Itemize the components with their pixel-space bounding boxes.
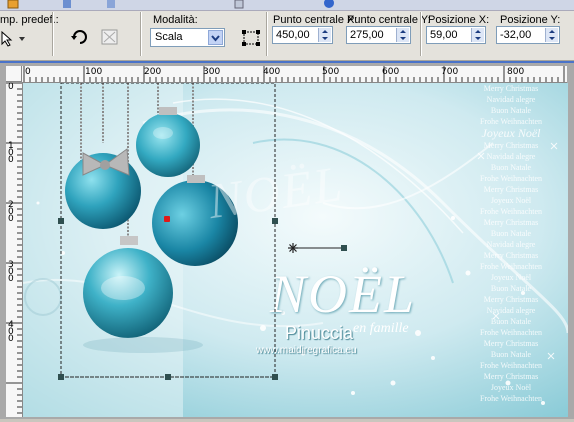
- help-icon[interactable]: [322, 0, 336, 9]
- transform-handle[interactable]: [58, 374, 64, 380]
- ruler-label: 800: [507, 67, 525, 77]
- apply-icon[interactable]: [100, 28, 120, 46]
- pos-x-label: Posizione X:: [428, 14, 490, 26]
- tool-options-toolbar: mp. predef.: Modalità: Scala Punto centr…: [0, 0, 574, 61]
- mode-select-value: Scala: [155, 31, 183, 43]
- ruler-corner: [6, 66, 22, 82]
- spinner-arrows-icon[interactable]: [545, 28, 558, 42]
- pos-x-value: 59,00: [430, 29, 458, 41]
- ruler-label: 2 0 0: [8, 200, 14, 224]
- ruler-label: 400: [263, 67, 281, 77]
- transform-handle[interactable]: [165, 374, 171, 380]
- separator: [140, 12, 141, 56]
- preset-cursor-icon[interactable]: [0, 30, 30, 48]
- tool-icon[interactable]: [232, 0, 246, 9]
- menu-icon-strip: [0, 0, 574, 11]
- ruler-label: 100: [85, 67, 103, 77]
- pos-y-value: -32,00: [500, 29, 532, 41]
- center-y-label: Punto centrale Y:: [347, 14, 431, 26]
- spinner-arrows-icon[interactable]: [318, 28, 331, 42]
- preset-label: mp. predef.:: [0, 14, 59, 26]
- ruler-label: 4 0 0: [8, 320, 14, 344]
- center-point-icon[interactable]: [164, 216, 170, 222]
- document-window: 0 100 200 300 400 500 600 700 800 0 1 0 …: [0, 61, 574, 422]
- pos-x-field[interactable]: 59,00: [426, 26, 486, 44]
- chevron-down-icon[interactable]: [208, 30, 223, 45]
- transform-handle[interactable]: [272, 374, 278, 380]
- spinner-arrows-icon[interactable]: [396, 28, 409, 42]
- center-x-field[interactable]: 450,00: [272, 26, 333, 44]
- transform-handle[interactable]: [58, 218, 64, 224]
- perspective-icon[interactable]: [240, 28, 262, 48]
- rotation-handle[interactable]: [285, 238, 355, 258]
- separator: [52, 12, 53, 56]
- ruler-label: 0: [8, 82, 14, 92]
- ruler-label: 0: [25, 67, 31, 77]
- ruler-label: 300: [203, 67, 221, 77]
- reset-icon[interactable]: [70, 28, 90, 46]
- center-y-field[interactable]: 275,00: [346, 26, 411, 44]
- ruler-label: 200: [144, 67, 162, 77]
- mode-label: Modalità:: [153, 14, 198, 26]
- center-x-label: Punto centrale X:: [273, 14, 358, 26]
- vertical-ruler: 0 1 0 0 2 0 0 3 0 0 4 0 0: [6, 82, 23, 417]
- image-canvas[interactable]: Merry Christmas Navidad alegre Buon Nata…: [23, 83, 568, 417]
- tool-icon[interactable]: [104, 0, 118, 9]
- separator: [420, 12, 421, 56]
- center-x-value: 450,00: [276, 29, 310, 41]
- mode-select[interactable]: Scala: [150, 28, 225, 47]
- pos-y-label: Posizione Y:: [500, 14, 561, 26]
- separator: [266, 12, 267, 56]
- ruler-label: 1 0 0: [8, 141, 14, 165]
- ruler-label: 500: [322, 67, 340, 77]
- ruler-label: 700: [441, 67, 459, 77]
- ruler-label: 3 0 0: [8, 260, 14, 284]
- horizontal-ruler: 0 100 200 300 400 500 600 700 800: [22, 66, 567, 83]
- spinner-arrows-icon[interactable]: [471, 28, 484, 42]
- window-border: [0, 61, 574, 63]
- pos-y-field[interactable]: -32,00: [496, 26, 560, 44]
- ruler-label: 600: [382, 67, 400, 77]
- center-y-value: 275,00: [350, 29, 384, 41]
- transform-handle[interactable]: [272, 218, 278, 224]
- pencil-icon[interactable]: [6, 0, 20, 9]
- tool-icon[interactable]: [60, 0, 74, 9]
